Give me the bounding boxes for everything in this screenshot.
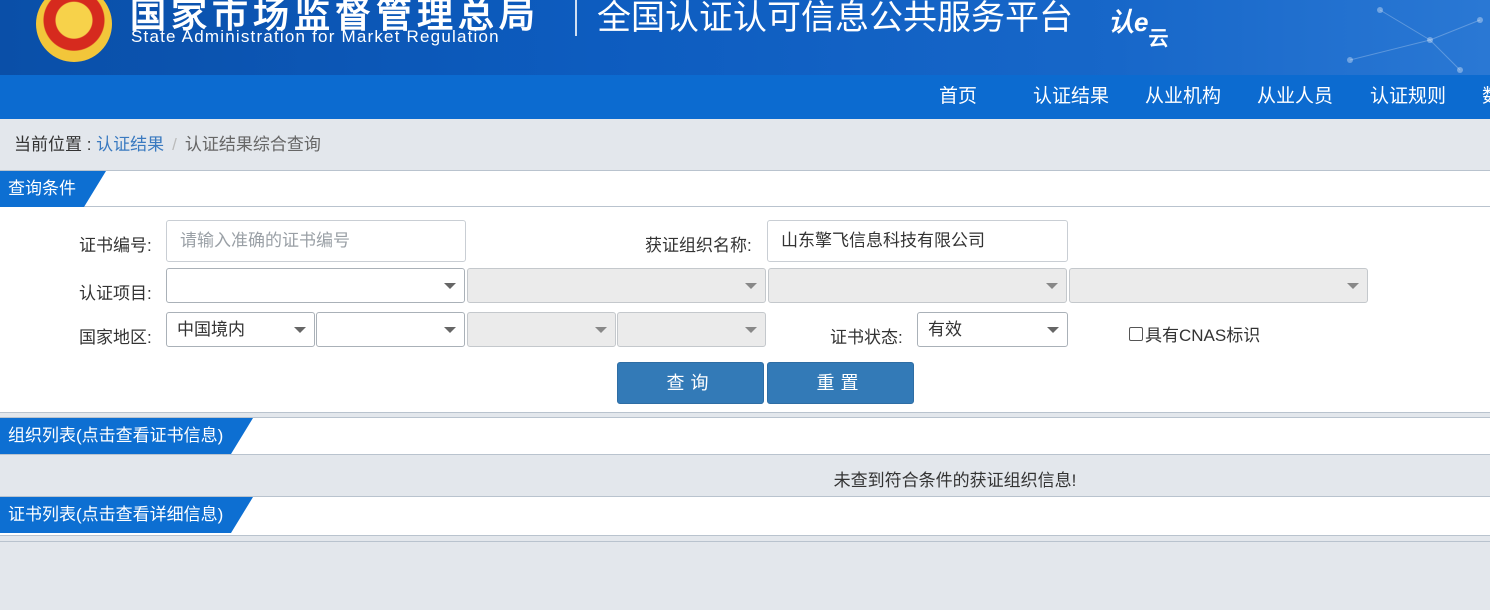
region-select-3: [467, 312, 616, 347]
status-select[interactable]: 有效: [917, 312, 1068, 347]
platform-title: 全国认证认可信息公共服务平台: [597, 0, 1073, 37]
org-list-header: 组织列表(点击查看证书信息): [0, 418, 1490, 454]
cert-list-panel: 证书列表(点击查看详细信息): [0, 496, 1490, 536]
nav-item-data[interactable]: 数: [1482, 75, 1490, 119]
region-label: 国家地区:: [79, 328, 152, 347]
chevron-down-icon: [1047, 327, 1059, 333]
nav-item-practitioners[interactable]: 从业人员: [1257, 75, 1333, 119]
nav-item-rules[interactable]: 认证规则: [1370, 75, 1446, 119]
region-select-1[interactable]: 中国境内: [166, 312, 315, 347]
query-tab: 查询条件: [0, 171, 106, 207]
cert-no-label: 证书编号:: [79, 236, 152, 255]
cnas-checkbox-row[interactable]: 具有CNAS标识: [1129, 321, 1260, 346]
org-name-label: 获证组织名称:: [645, 236, 752, 255]
search-button[interactable]: 查询: [617, 362, 764, 404]
region-select-4: [617, 312, 766, 347]
project-select-4: [1069, 268, 1368, 303]
chevron-down-icon: [595, 327, 607, 333]
chevron-down-icon: [444, 327, 456, 333]
cert-list-header: 证书列表(点击查看详细信息): [0, 497, 1490, 533]
chevron-down-icon: [745, 327, 757, 333]
project-select-2: [467, 268, 766, 303]
reset-button[interactable]: 重置: [767, 362, 914, 404]
chevron-down-icon: [444, 283, 456, 289]
region-value: 中国境内: [177, 320, 245, 339]
chevron-down-icon: [294, 327, 306, 333]
nav-item-home[interactable]: 首页: [939, 75, 977, 119]
cert-no-input[interactable]: 请输入准确的证书编号: [166, 220, 466, 262]
cert-list-tab: 证书列表(点击查看详细信息): [0, 497, 254, 533]
cnas-checkbox[interactable]: [1129, 326, 1143, 341]
national-emblem-icon: ★: [36, 0, 112, 62]
renyun-logo[interactable]: 认e云: [1108, 2, 1168, 50]
breadcrumb-current: 认证结果综合查询: [184, 135, 321, 154]
breadcrumb-prefix: 当前位置 :: [14, 135, 97, 154]
breadcrumb-link-cert-results[interactable]: 认证结果: [96, 135, 164, 154]
org-name-input[interactable]: 山东擎飞信息科技有限公司: [767, 220, 1068, 262]
query-panel-header: 查询条件: [0, 171, 1490, 207]
header-banner: ★ 国家市场监督管理总局 State Administration for Ma…: [0, 0, 1490, 75]
org-list-tab: 组织列表(点击查看证书信息): [0, 418, 254, 454]
bottom-divider: [0, 541, 1490, 542]
logo-sub: 云: [1148, 28, 1169, 50]
network-decoration: [1347, 7, 1483, 73]
chevron-down-icon: [745, 283, 757, 289]
header-divider: [575, 0, 577, 36]
org-list-panel: 组织列表(点击查看证书信息): [0, 417, 1490, 455]
breadcrumb: 当前位置 : 认证结果 / 认证结果综合查询: [14, 130, 321, 155]
nav-item-institutions[interactable]: 从业机构: [1145, 75, 1221, 119]
breadcrumb-separator: /: [172, 135, 177, 154]
logo-text: 认e: [1108, 7, 1149, 37]
status-label: 证书状态:: [830, 328, 903, 347]
project-select-3: [768, 268, 1067, 303]
org-name-en: State Administration for Market Regulati…: [131, 27, 500, 46]
cnas-label: 具有CNAS标识: [1145, 326, 1261, 345]
project-select-1[interactable]: [166, 268, 465, 303]
nav-item-cert-results[interactable]: 认证结果: [1033, 75, 1109, 119]
chevron-down-icon: [1046, 283, 1058, 289]
chevron-down-icon: [1347, 283, 1359, 289]
org-list-empty-message: 未查到符合条件的获证组织信息!: [0, 466, 1490, 491]
main-nav: 首页 认证结果 从业机构 从业人员 认证规则 数: [0, 75, 1490, 119]
project-label: 认证项目:: [79, 284, 152, 303]
region-select-2[interactable]: [316, 312, 465, 347]
org-list-empty-text: 未查到符合条件的获证组织信息!: [833, 471, 1077, 490]
status-value: 有效: [928, 320, 962, 339]
